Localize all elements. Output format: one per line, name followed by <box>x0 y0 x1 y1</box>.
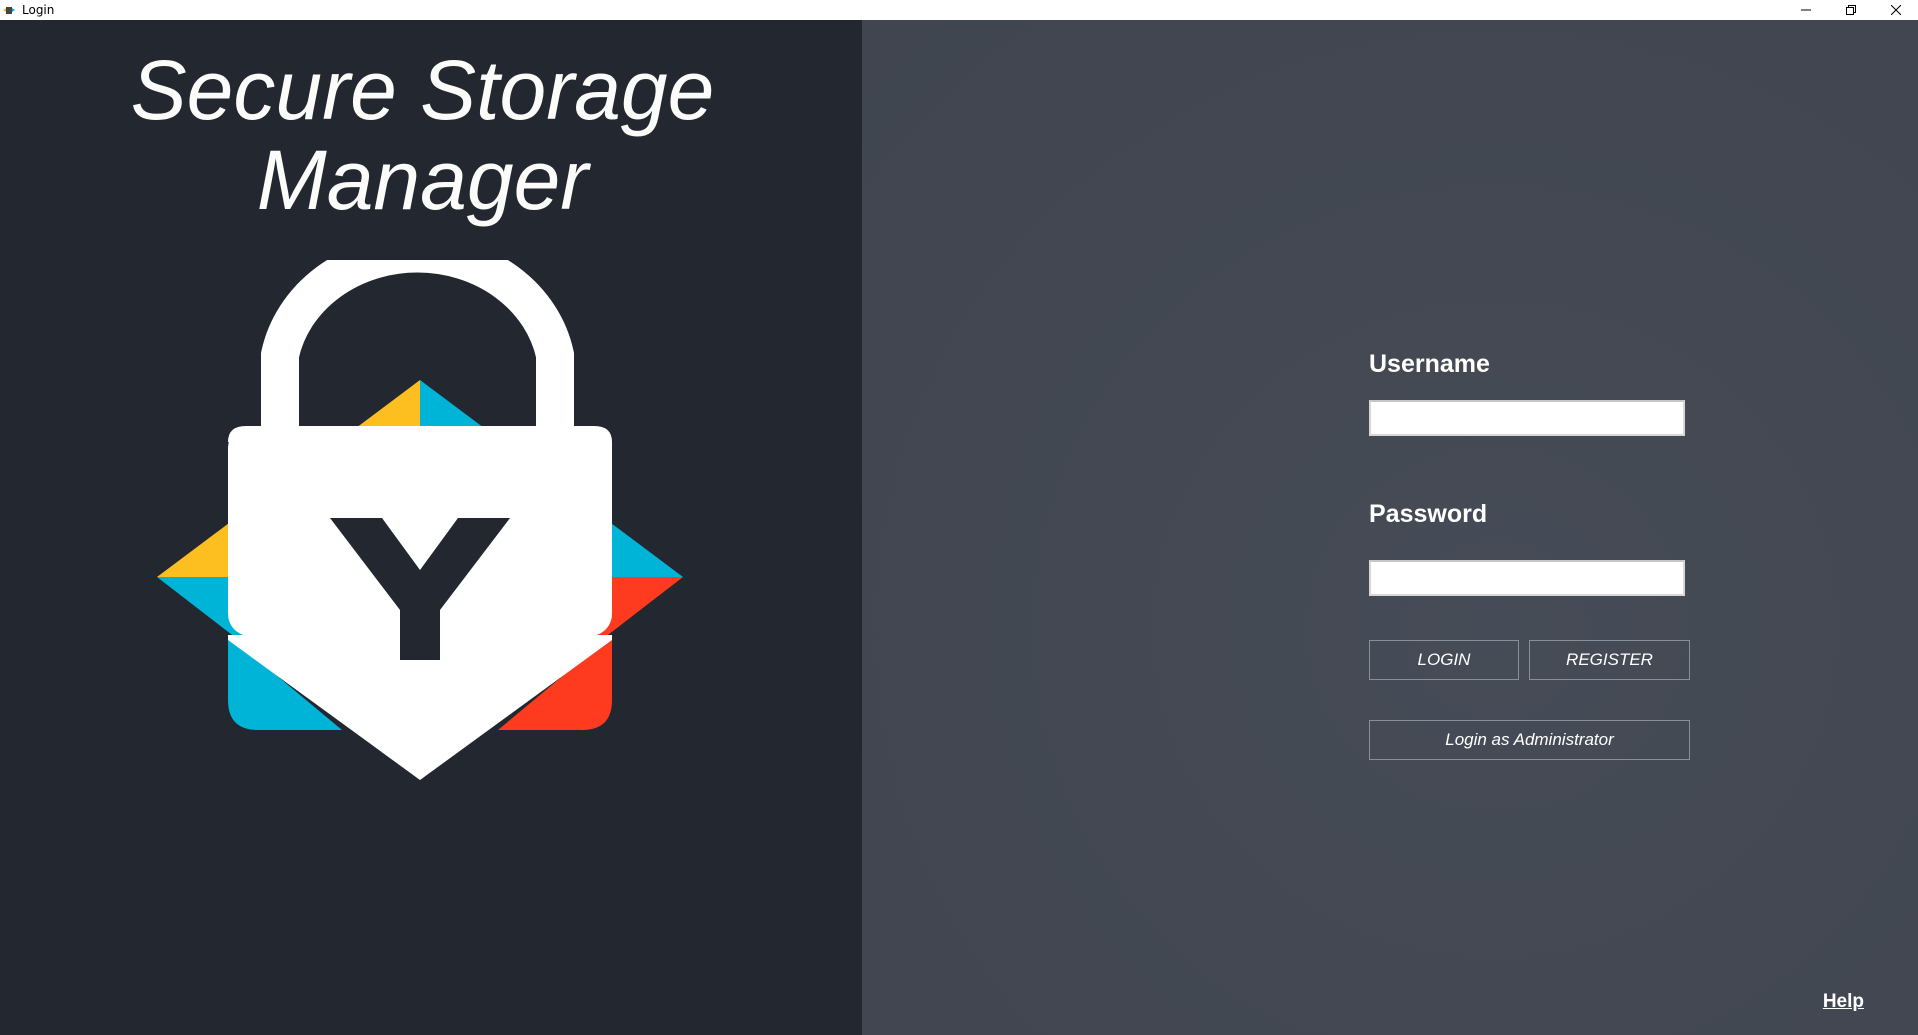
window-controls <box>1783 0 1918 20</box>
register-button[interactable]: REGISTER <box>1529 640 1690 680</box>
username-input[interactable] <box>1369 400 1685 436</box>
minimize-button[interactable] <box>1783 0 1828 20</box>
window-title: Login <box>22 3 55 17</box>
lock-logo-icon <box>157 260 683 780</box>
password-input[interactable] <box>1369 560 1685 596</box>
branding-panel: Secure Storage Manager <box>0 20 862 1035</box>
app-title-line1: Secure Storage <box>130 43 715 137</box>
app-title: Secure Storage Manager <box>0 45 845 225</box>
minimize-icon <box>1800 9 1811 11</box>
app-title-line2: Manager <box>256 133 589 227</box>
restore-button[interactable] <box>1828 0 1873 20</box>
username-label: Username <box>1369 350 1490 378</box>
close-icon <box>1890 5 1901 15</box>
admin-login-button[interactable]: Login as Administrator <box>1369 720 1690 760</box>
app-icon <box>3 3 17 17</box>
close-button[interactable] <box>1873 0 1918 20</box>
restore-icon <box>1845 5 1856 15</box>
window-titlebar: Login <box>0 0 1918 20</box>
login-button[interactable]: LOGIN <box>1369 640 1519 680</box>
login-panel: Username Password LOGIN REGISTER Login a… <box>862 20 1918 1035</box>
help-link[interactable]: Help <box>1823 991 1864 1013</box>
password-label: Password <box>1369 500 1488 528</box>
